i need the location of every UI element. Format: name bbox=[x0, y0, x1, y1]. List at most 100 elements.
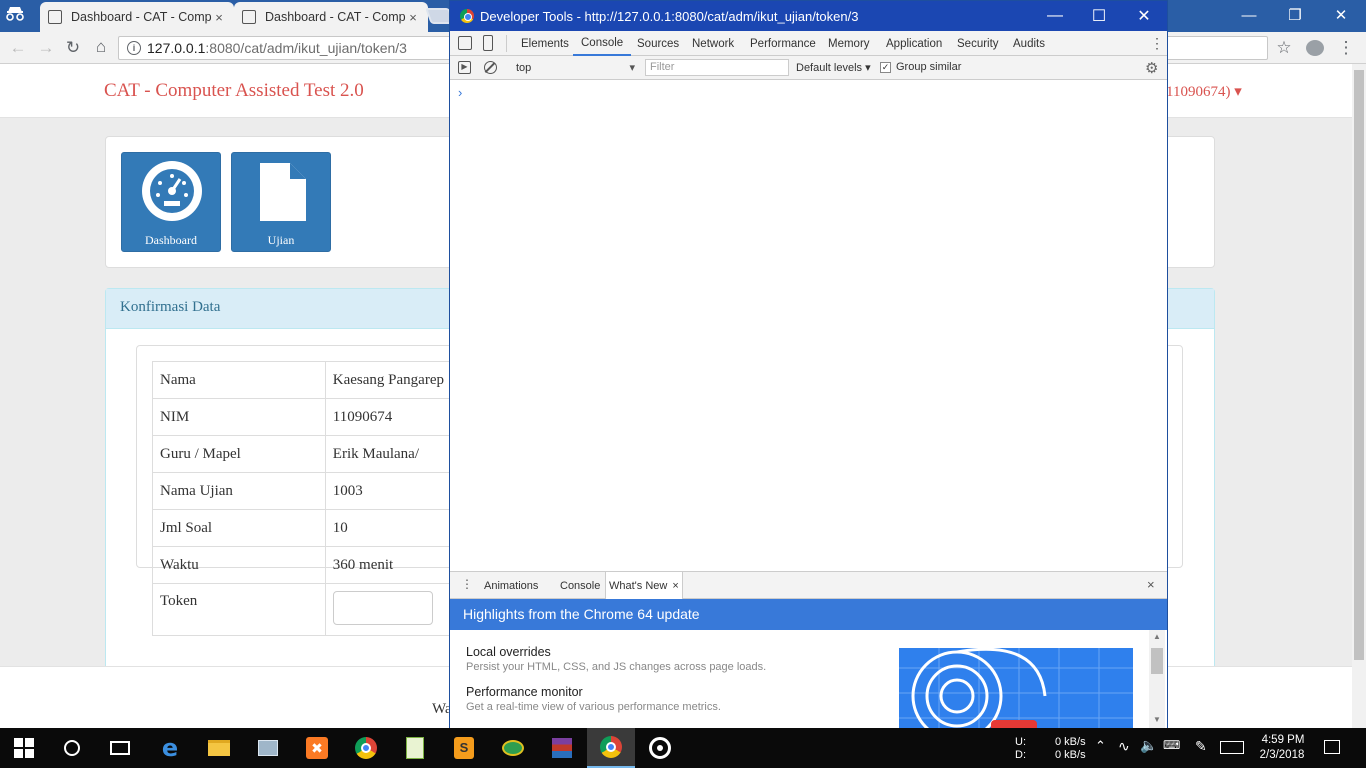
close-tab-icon[interactable]: × bbox=[672, 580, 678, 592]
show-sidebar-icon[interactable]: ▶ bbox=[458, 61, 471, 74]
tab-elements[interactable]: Elements bbox=[513, 31, 577, 56]
bookmark-star-icon[interactable]: ☆ bbox=[1274, 38, 1294, 58]
context-label: top bbox=[516, 62, 532, 74]
info-icon[interactable]: i bbox=[127, 41, 141, 55]
tab-console[interactable]: Console bbox=[573, 31, 632, 56]
input-method-icon[interactable]: ⌨ bbox=[1163, 738, 1180, 752]
tab-network[interactable]: Network bbox=[684, 31, 742, 56]
user-menu[interactable]: 11090674) ▾ bbox=[1166, 82, 1242, 101]
group-similar-checkbox[interactable]: ✓ bbox=[880, 62, 891, 73]
dashboard-tile-button[interactable]: Dashboard bbox=[121, 152, 221, 252]
winrar-icon[interactable] bbox=[538, 728, 586, 768]
scrollbar-thumb[interactable] bbox=[1354, 70, 1364, 660]
edge-browser-icon[interactable]: e bbox=[146, 728, 194, 768]
keyboard-icon[interactable] bbox=[1220, 741, 1244, 754]
chevron-up-icon[interactable]: ⌃ bbox=[1095, 738, 1106, 754]
close-drawer-icon[interactable]: × bbox=[1147, 577, 1155, 592]
whats-new-body: Local overrides Persist your HTML, CSS, a… bbox=[450, 630, 1167, 728]
row-key: Waktu bbox=[152, 546, 326, 584]
tab-performance[interactable]: Performance bbox=[742, 31, 824, 56]
drawer-tab-whats-new[interactable]: What's New × bbox=[605, 572, 683, 599]
incognito-icon bbox=[4, 6, 30, 24]
context-selector[interactable]: top ▾ bbox=[510, 59, 635, 77]
app-globe-icon[interactable] bbox=[489, 728, 537, 768]
site-brand[interactable]: CAT - Computer Assisted Test 2.0 bbox=[104, 80, 364, 102]
log-levels-dropdown[interactable]: Default levels ▾ bbox=[796, 61, 871, 74]
table-row: Guru / Mapel Erik Maulana/ bbox=[152, 435, 453, 473]
document-icon bbox=[260, 163, 306, 221]
inspect-element-icon[interactable] bbox=[458, 36, 472, 50]
app-ring-icon[interactable] bbox=[636, 728, 684, 768]
xampp-icon[interactable]: ✖ bbox=[293, 728, 341, 768]
drawer-tab-console[interactable]: Console bbox=[557, 572, 603, 599]
whats-new-scrollbar[interactable]: ▲ ▼ bbox=[1149, 630, 1165, 728]
file-explorer-icon[interactable] bbox=[195, 728, 243, 768]
scroll-up-icon[interactable]: ▲ bbox=[1153, 632, 1161, 641]
clear-console-icon[interactable] bbox=[484, 61, 497, 74]
feature-item[interactable]: Local overrides Persist your HTML, CSS, a… bbox=[466, 645, 766, 673]
token-input[interactable] bbox=[332, 591, 433, 625]
chrome-active-icon[interactable] bbox=[587, 728, 635, 768]
drawer-tab-animations[interactable]: Animations bbox=[481, 572, 541, 599]
chrome-icon[interactable] bbox=[342, 728, 390, 768]
browser-tab-active[interactable]: Dashboard - CAT - Computer Assisted Test… bbox=[234, 2, 428, 32]
device-toolbar-icon[interactable] bbox=[483, 35, 493, 51]
ujian-tile-button[interactable]: Ujian bbox=[231, 152, 331, 252]
row-key: Guru / Mapel bbox=[152, 435, 326, 473]
page-favicon-icon bbox=[242, 10, 256, 24]
browser-tab[interactable]: Dashboard - CAT - Computer Assisted Test… bbox=[40, 2, 234, 32]
clock-date[interactable]: 2/3/2018 bbox=[1254, 749, 1310, 761]
scroll-down-icon[interactable]: ▼ bbox=[1153, 715, 1161, 724]
console-filter-input[interactable]: Filter bbox=[645, 59, 789, 76]
drawer-menu-icon[interactable]: ⋮ bbox=[461, 577, 473, 591]
feature-item[interactable]: Performance monitor Get a real-time view … bbox=[466, 685, 721, 713]
tab-memory[interactable]: Memory bbox=[820, 31, 878, 56]
devtools-tab-bar: Elements Console Sources Network Perform… bbox=[450, 31, 1167, 56]
token-cell bbox=[324, 583, 453, 636]
console-prompt[interactable]: › bbox=[458, 85, 462, 100]
scrollbar-thumb[interactable] bbox=[1151, 648, 1163, 674]
search-cortana-icon[interactable] bbox=[48, 728, 96, 768]
tile-label: Ujian bbox=[267, 233, 295, 247]
devtools-close-button[interactable]: ✕ bbox=[1121, 1, 1167, 31]
tab-audits[interactable]: Audits bbox=[1005, 31, 1053, 56]
row-key: Token bbox=[152, 583, 326, 636]
forward-arrow-icon[interactable]: → bbox=[36, 38, 56, 58]
close-window-button[interactable]: ✕ bbox=[1318, 0, 1364, 30]
devtools-minimize-button[interactable]: — bbox=[1032, 1, 1078, 31]
wifi-icon[interactable]: ∿ bbox=[1118, 738, 1130, 755]
devtools-title: Developer Tools - http://127.0.0.1:8080/… bbox=[480, 8, 859, 24]
drawer-tab-label: What's New bbox=[609, 579, 668, 592]
sublime-text-icon[interactable]: S bbox=[440, 728, 488, 768]
store-app-icon[interactable] bbox=[244, 728, 292, 768]
console-settings-gear-icon[interactable]: ⚙ bbox=[1145, 59, 1158, 77]
menu-kebab-icon[interactable]: ⋮ bbox=[1336, 38, 1356, 58]
reload-icon[interactable]: ↻ bbox=[63, 38, 83, 58]
close-tab-icon[interactable]: × bbox=[406, 10, 420, 25]
extension-icon[interactable] bbox=[1306, 40, 1324, 56]
tile-label: Dashboard bbox=[145, 233, 197, 247]
devtools-menu-icon[interactable]: ⋮ bbox=[1150, 35, 1164, 52]
chrome-logo-icon bbox=[460, 9, 474, 23]
tab-security[interactable]: Security bbox=[949, 31, 1007, 56]
page-scrollbar[interactable] bbox=[1352, 64, 1366, 728]
devtools-maximize-button[interactable]: ☐ bbox=[1076, 1, 1122, 31]
restore-window-button[interactable]: ❐ bbox=[1272, 0, 1318, 30]
row-key: Jml Soal bbox=[152, 509, 326, 547]
close-tab-icon[interactable]: × bbox=[212, 10, 226, 25]
tab-sources[interactable]: Sources bbox=[629, 31, 687, 56]
task-view-icon[interactable] bbox=[96, 728, 144, 768]
notifications-icon[interactable] bbox=[1324, 740, 1340, 754]
notepad-plus-icon[interactable] bbox=[391, 728, 439, 768]
home-icon[interactable]: ⌂ bbox=[91, 37, 111, 57]
tab-application[interactable]: Application bbox=[878, 31, 950, 56]
dropdown-arrow-icon: ▾ bbox=[629, 62, 635, 74]
table-row: Waktu 360 menit bbox=[152, 546, 453, 584]
volume-icon[interactable]: 🔈 bbox=[1140, 737, 1157, 754]
clock-time[interactable]: 4:59 PM bbox=[1258, 734, 1308, 746]
back-arrow-icon[interactable]: ← bbox=[8, 38, 28, 58]
pen-icon[interactable]: ✎ bbox=[1195, 738, 1207, 755]
start-windows-icon[interactable] bbox=[0, 728, 48, 768]
minimize-window-button[interactable]: — bbox=[1226, 0, 1272, 30]
table-row: NIM 11090674 bbox=[152, 398, 453, 436]
